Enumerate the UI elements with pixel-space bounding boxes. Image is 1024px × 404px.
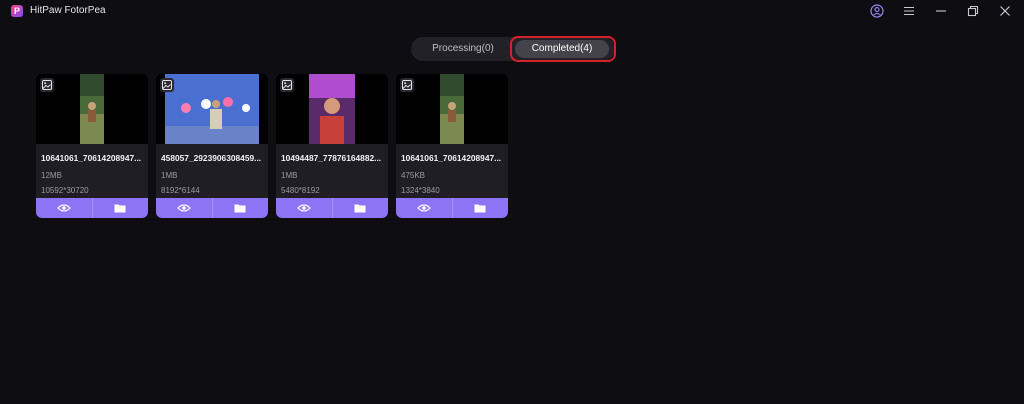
image-type-icon — [160, 78, 174, 92]
file-name: 10494487_77876164882... — [281, 153, 382, 163]
minimize-icon[interactable] — [926, 0, 956, 22]
file-thumbnail[interactable] — [156, 74, 268, 144]
file-dimensions: 5480*8192 — [281, 186, 320, 195]
open-folder-button[interactable] — [211, 198, 269, 218]
preview-button[interactable] — [36, 198, 92, 218]
file-thumbnail[interactable] — [36, 74, 148, 144]
app-logo: P — [11, 5, 23, 17]
image-type-icon — [280, 78, 294, 92]
card-actions — [156, 198, 268, 218]
app-logo-letter: P — [13, 6, 20, 16]
open-folder-button[interactable] — [451, 198, 509, 218]
file-dimensions: 10592*30720 — [41, 186, 89, 195]
close-icon[interactable] — [990, 0, 1020, 22]
file-card[interactable]: 458057_2923906308459... 1MB 8192*6144 — [156, 74, 268, 218]
eye-icon — [416, 204, 431, 212]
preview-button[interactable] — [156, 198, 212, 218]
file-card[interactable]: 10494487_77876164882... 1MB 5480*8192 — [276, 74, 388, 218]
file-thumbnail[interactable] — [396, 74, 508, 144]
file-card[interactable]: 10641061_70614208947... 12MB 10592*30720 — [36, 74, 148, 218]
file-card[interactable]: 10641061_70614208947... 475KB 1324*3840 — [396, 74, 508, 218]
card-actions — [276, 198, 388, 218]
file-name: 10641061_70614208947... — [401, 153, 502, 163]
folder-icon — [474, 204, 486, 213]
eye-icon — [176, 204, 191, 212]
eye-icon — [56, 204, 71, 212]
card-actions — [36, 198, 148, 218]
file-size: 12MB — [41, 171, 62, 180]
file-dimensions: 1324*3840 — [401, 186, 440, 195]
file-thumbnail[interactable] — [276, 74, 388, 144]
file-name: 10641061_70614208947... — [41, 153, 142, 163]
restore-icon[interactable] — [958, 0, 988, 22]
open-folder-button[interactable] — [91, 198, 149, 218]
file-size: 1MB — [281, 171, 298, 180]
card-actions — [396, 198, 508, 218]
menu-icon[interactable] — [894, 0, 924, 22]
folder-icon — [114, 204, 126, 213]
preview-button[interactable] — [276, 198, 332, 218]
file-size: 1MB — [161, 171, 178, 180]
open-folder-button[interactable] — [331, 198, 389, 218]
folder-icon — [234, 204, 246, 213]
app-title: HitPaw FotorPea — [30, 5, 106, 16]
account-icon[interactable] — [862, 0, 892, 22]
eye-icon — [296, 204, 311, 212]
file-name: 458057_2923906308459... — [161, 153, 262, 163]
folder-icon — [354, 204, 366, 213]
preview-button[interactable] — [396, 198, 452, 218]
file-dimensions: 8192*6144 — [161, 186, 200, 195]
file-size: 475KB — [401, 171, 426, 180]
status-tabs: Processing(0) Completed(4) — [411, 37, 615, 61]
image-type-icon — [40, 78, 54, 92]
title-bar: P HitPaw FotorPea — [0, 0, 1024, 22]
tab-processing[interactable]: Processing(0) — [417, 40, 509, 58]
image-type-icon — [400, 78, 414, 92]
tab-completed[interactable]: Completed(4) — [515, 40, 609, 58]
